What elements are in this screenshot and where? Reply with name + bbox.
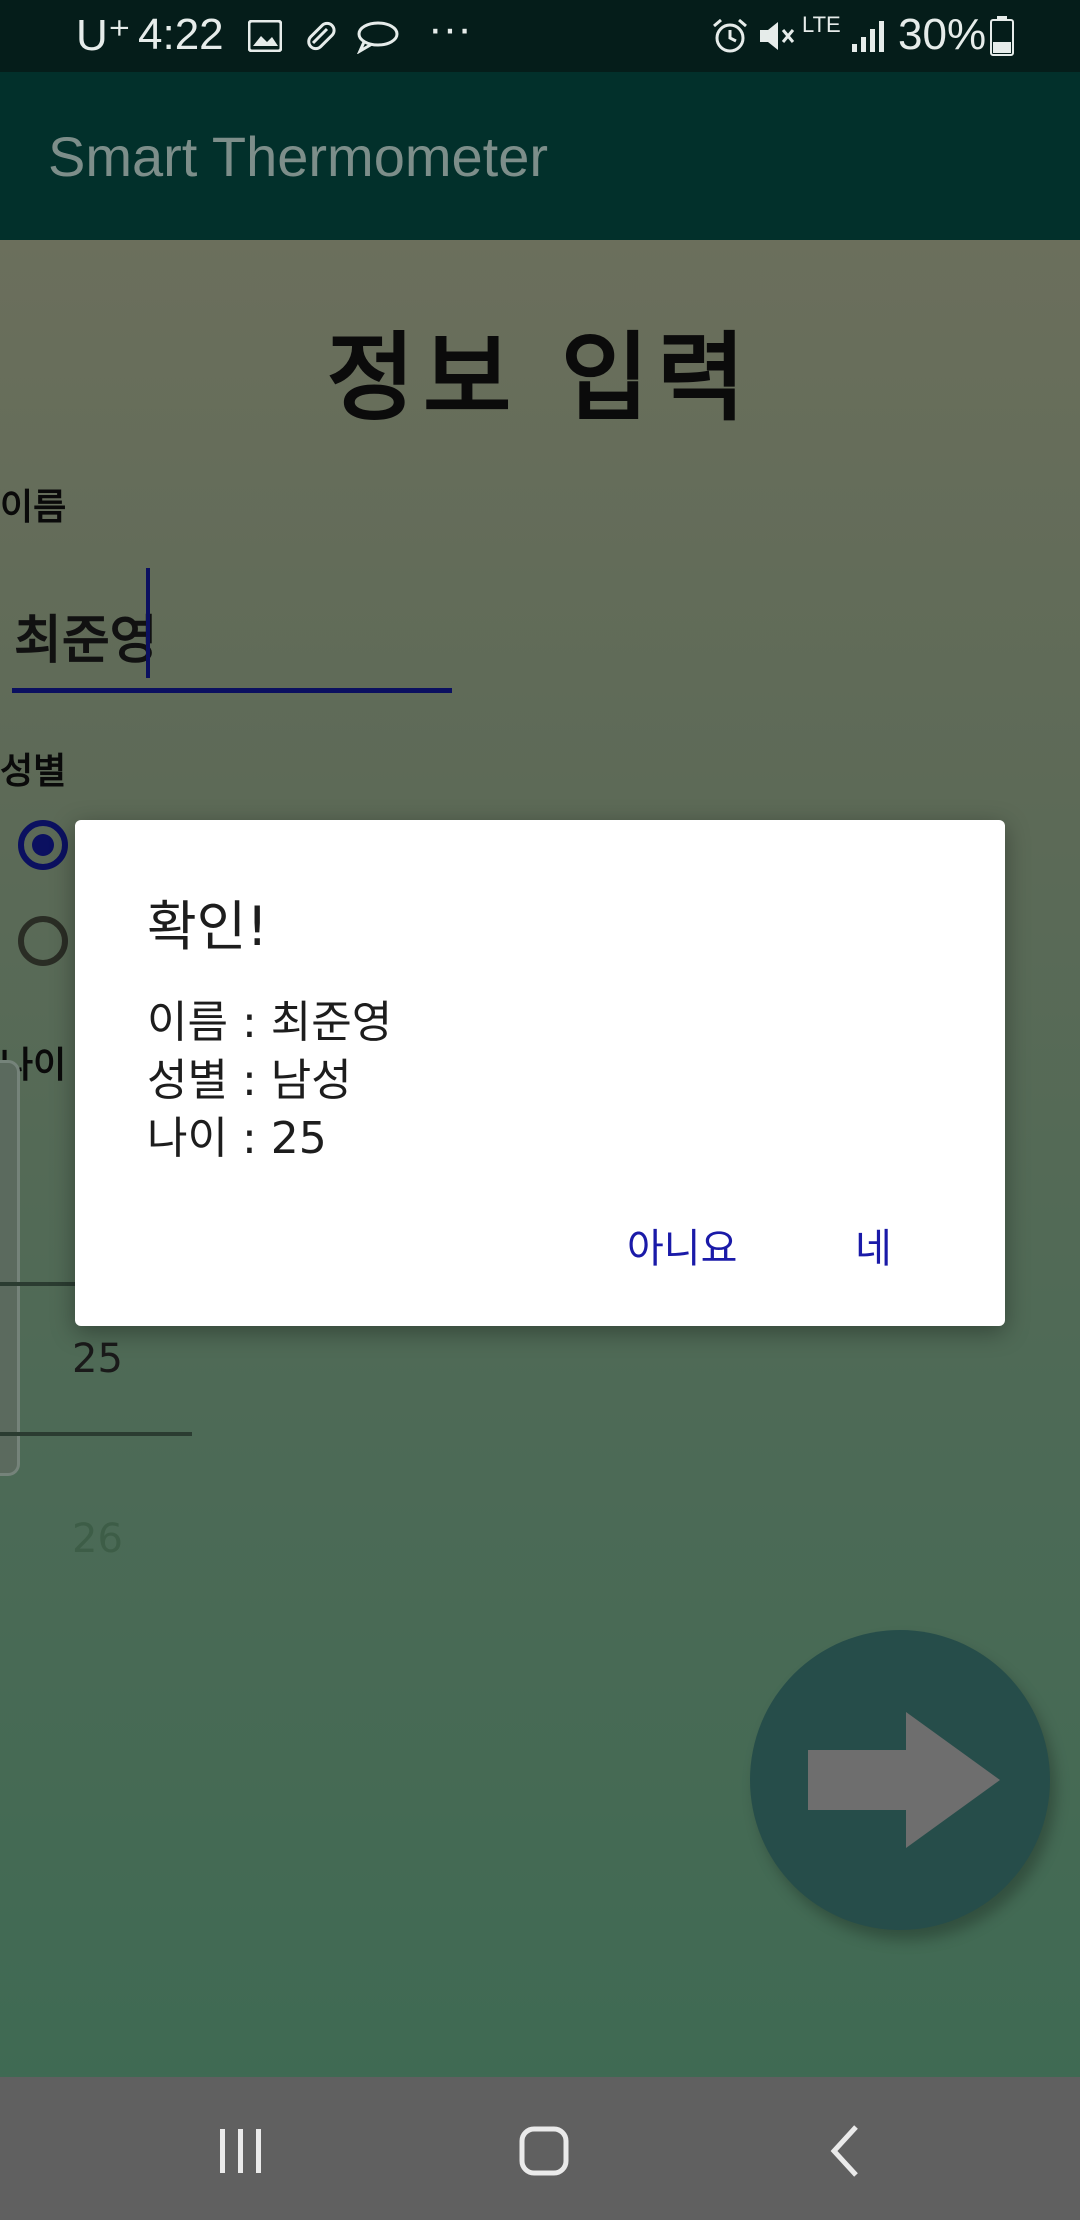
recent-apps-icon[interactable] <box>216 2125 266 2175</box>
more-dots-icon: ··· <box>428 4 472 53</box>
dialog-title: 확인! <box>147 895 269 958</box>
yes-button[interactable]: 네 <box>855 1216 892 1274</box>
dialog-line-age: 나이 : 25 <box>147 1113 327 1164</box>
confirm-dialog: 확인! 이름 : 최준영 성별 : 남성 나이 : 25 아니요 네 <box>75 820 1005 1326</box>
no-button[interactable]: 아니요 <box>627 1216 737 1274</box>
battery-percent: 30% <box>898 10 987 59</box>
name-input[interactable]: 최준영 <box>12 560 452 693</box>
chat-bubble-icon <box>357 21 399 54</box>
home-icon[interactable] <box>518 2125 570 2177</box>
signal-icon <box>852 21 884 52</box>
age-picker-next[interactable]: 26 <box>72 1516 123 1562</box>
app-bar: Smart Thermometer <box>0 72 1080 240</box>
dialog-line-name: 이름 : 최준영 <box>147 997 393 1048</box>
arrow-right-icon <box>808 1712 1000 1848</box>
clock: 4:22 <box>138 10 224 59</box>
name-label: 이름 <box>0 487 67 528</box>
age-picker-selected[interactable]: 25 <box>72 1336 123 1382</box>
alarm-icon <box>713 18 747 53</box>
picker-divider-bottom <box>0 1432 192 1436</box>
back-icon[interactable] <box>826 2123 866 2179</box>
carrier-label: U⁺ <box>76 11 131 60</box>
lte-label: LTE <box>802 12 841 37</box>
status-bar: U⁺ 4:22 ··· LTE 30% <box>0 0 1080 72</box>
text-cursor <box>146 568 150 678</box>
battery-icon <box>990 16 1014 56</box>
gender-label: 성별 <box>0 751 67 792</box>
next-button[interactable] <box>750 1630 1050 1930</box>
navigation-bar <box>0 2077 1080 2220</box>
radio-male[interactable] <box>18 820 68 870</box>
dialog-line-gender: 성별 : 남성 <box>147 1055 352 1106</box>
gallery-icon <box>248 20 282 52</box>
app-title: Smart Thermometer <box>48 125 548 188</box>
picker-popup-edge <box>0 1060 20 1476</box>
radio-female[interactable] <box>18 916 68 966</box>
name-input-value: 최준영 <box>14 611 158 671</box>
page-heading: 정보 입력 <box>326 322 754 434</box>
pill-icon <box>307 21 336 51</box>
mute-icon <box>760 22 795 50</box>
